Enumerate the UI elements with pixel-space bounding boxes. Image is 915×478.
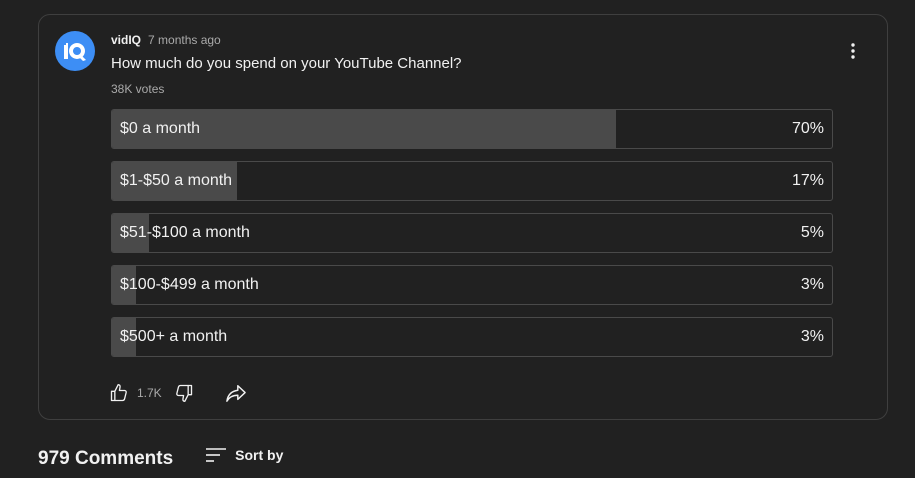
poll-option[interactable]: $500+ a month 3% <box>111 317 833 357</box>
post-actions: 1.7K <box>107 381 248 405</box>
channel-avatar[interactable] <box>55 31 95 71</box>
poll-options: $0 a month 70% $1-$50 a month 17% $51-$1… <box>111 109 833 369</box>
poll-option-label: $500+ a month <box>120 328 228 345</box>
more-vertical-icon <box>851 43 855 59</box>
poll-option-label: $100-$499 a month <box>120 276 259 293</box>
vote-count: 38K votes <box>111 82 165 96</box>
poll-option-percent: 5% <box>800 224 824 241</box>
poll-option[interactable]: $0 a month 70% <box>111 109 833 149</box>
like-count: 1.7K <box>137 386 162 400</box>
dislike-button[interactable] <box>172 381 196 405</box>
thumbs-down-icon <box>175 384 192 402</box>
poll-option-percent: 3% <box>800 328 824 345</box>
post-menu-button[interactable] <box>839 37 867 65</box>
comments-count: 979 Comments <box>38 448 174 469</box>
poll-question: How much do you spend on your YouTube Ch… <box>111 55 462 72</box>
poll-option-percent: 3% <box>800 276 824 293</box>
poll-option-label: $0 a month <box>120 120 201 137</box>
poll-option-percent: 17% <box>791 172 824 189</box>
channel-name[interactable]: vidIQ <box>111 33 141 47</box>
sort-icon <box>206 448 227 462</box>
vidiq-logo-icon <box>62 41 86 61</box>
comments-header: 979 Comments Sort by <box>38 446 283 470</box>
poll-option[interactable]: $51-$100 a month 5% <box>111 213 833 253</box>
like-button[interactable] <box>107 381 131 405</box>
community-post-card: vidIQ 7 months ago How much do you spend… <box>38 14 888 420</box>
poll-option[interactable]: $100-$499 a month 3% <box>111 265 833 305</box>
post-header: vidIQ 7 months ago <box>111 33 221 47</box>
post-timestamp[interactable]: 7 months ago <box>148 33 221 47</box>
poll-option-label: $51-$100 a month <box>120 224 250 241</box>
share-icon <box>225 385 246 402</box>
poll-option-label: $1-$50 a month <box>120 172 233 189</box>
thumbs-up-icon <box>110 384 127 402</box>
poll-option-percent: 70% <box>791 120 824 137</box>
sort-by-label: Sort by <box>235 447 284 463</box>
poll-option[interactable]: $1-$50 a month 17% <box>111 161 833 201</box>
share-button[interactable] <box>224 381 248 405</box>
sort-by-button[interactable]: Sort by <box>205 446 283 464</box>
